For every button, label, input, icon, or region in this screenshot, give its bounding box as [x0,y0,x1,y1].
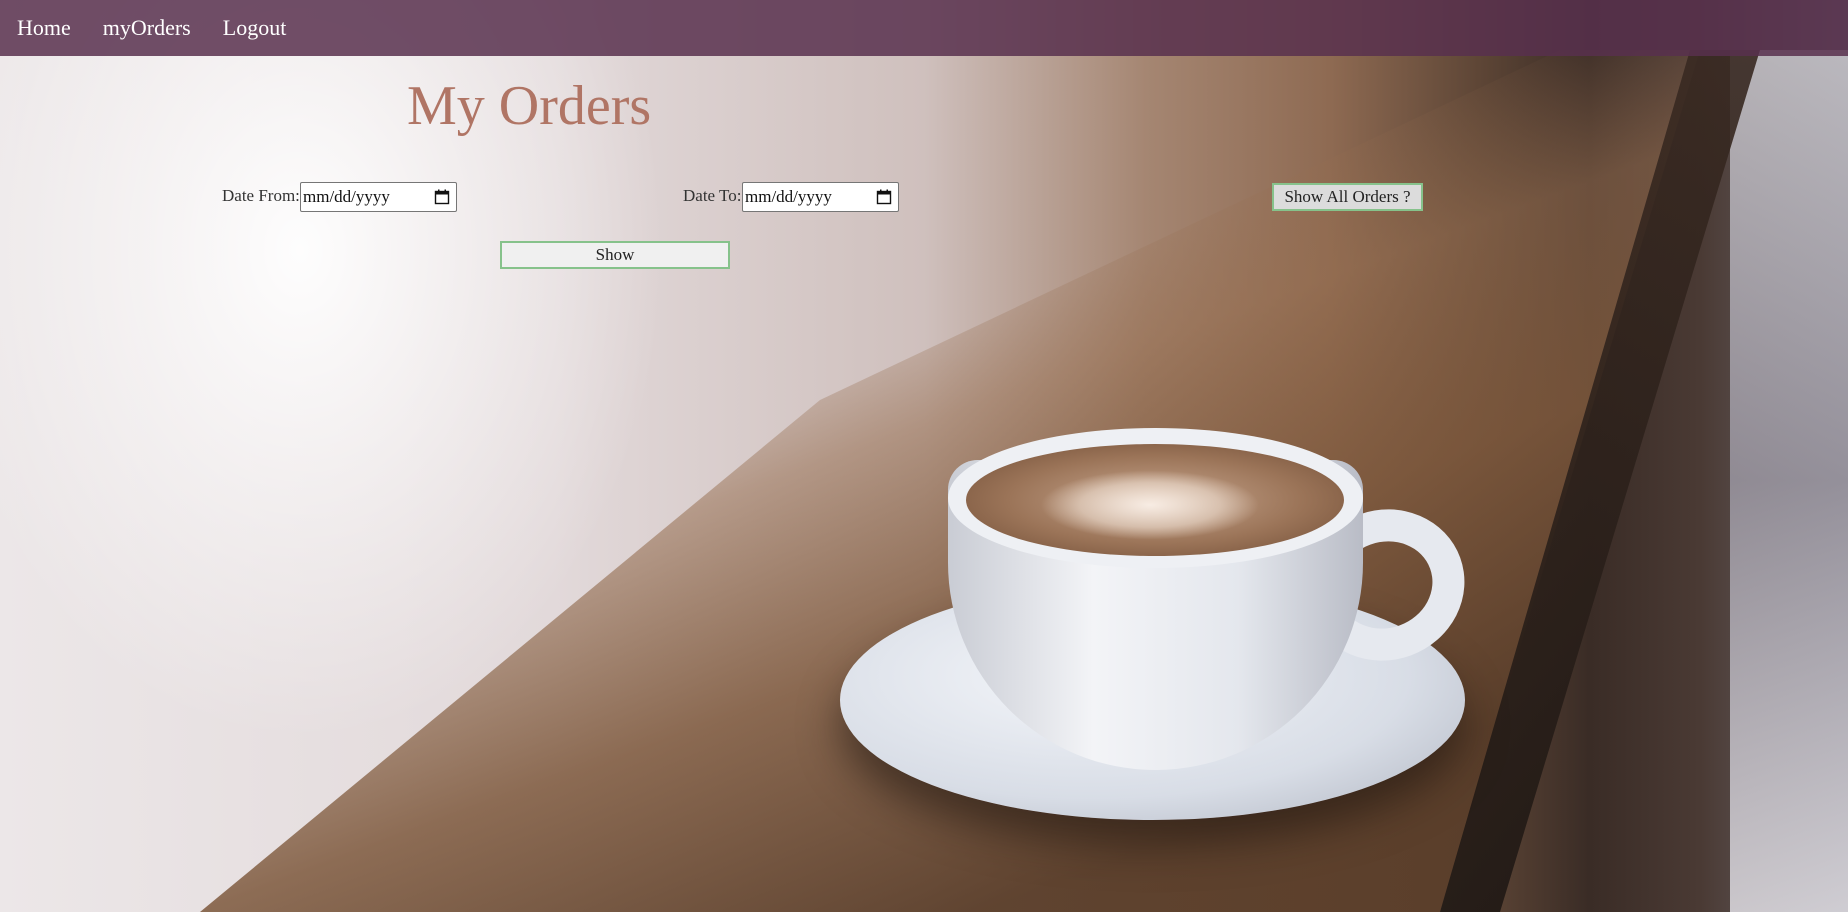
date-from-input[interactable]: mm/dd/yyyy [300,182,457,212]
date-to-label: Date To: [683,186,742,205]
date-to-placeholder: mm/dd/yyyy [745,187,832,206]
date-to-input[interactable]: mm/dd/yyyy [742,182,899,212]
page-title: My Orders [407,75,652,137]
background-window [1730,50,1848,912]
show-all-orders-button[interactable]: Show All Orders ? [1272,183,1423,211]
date-from-placeholder: mm/dd/yyyy [303,187,390,206]
calendar-icon[interactable] [434,189,450,205]
nav-logout-link[interactable]: Logout [223,15,287,41]
show-button[interactable]: Show [500,241,730,269]
nav-my-orders-link[interactable]: myOrders [103,15,191,41]
nav-home-link[interactable]: Home [17,15,71,41]
latte-art-image [1040,470,1260,540]
date-from-label: Date From: [222,186,300,205]
calendar-icon[interactable] [876,189,892,205]
navbar: Home myOrders Logout [0,0,1848,56]
page: Home myOrders Logout My Orders Date From… [0,0,1848,912]
